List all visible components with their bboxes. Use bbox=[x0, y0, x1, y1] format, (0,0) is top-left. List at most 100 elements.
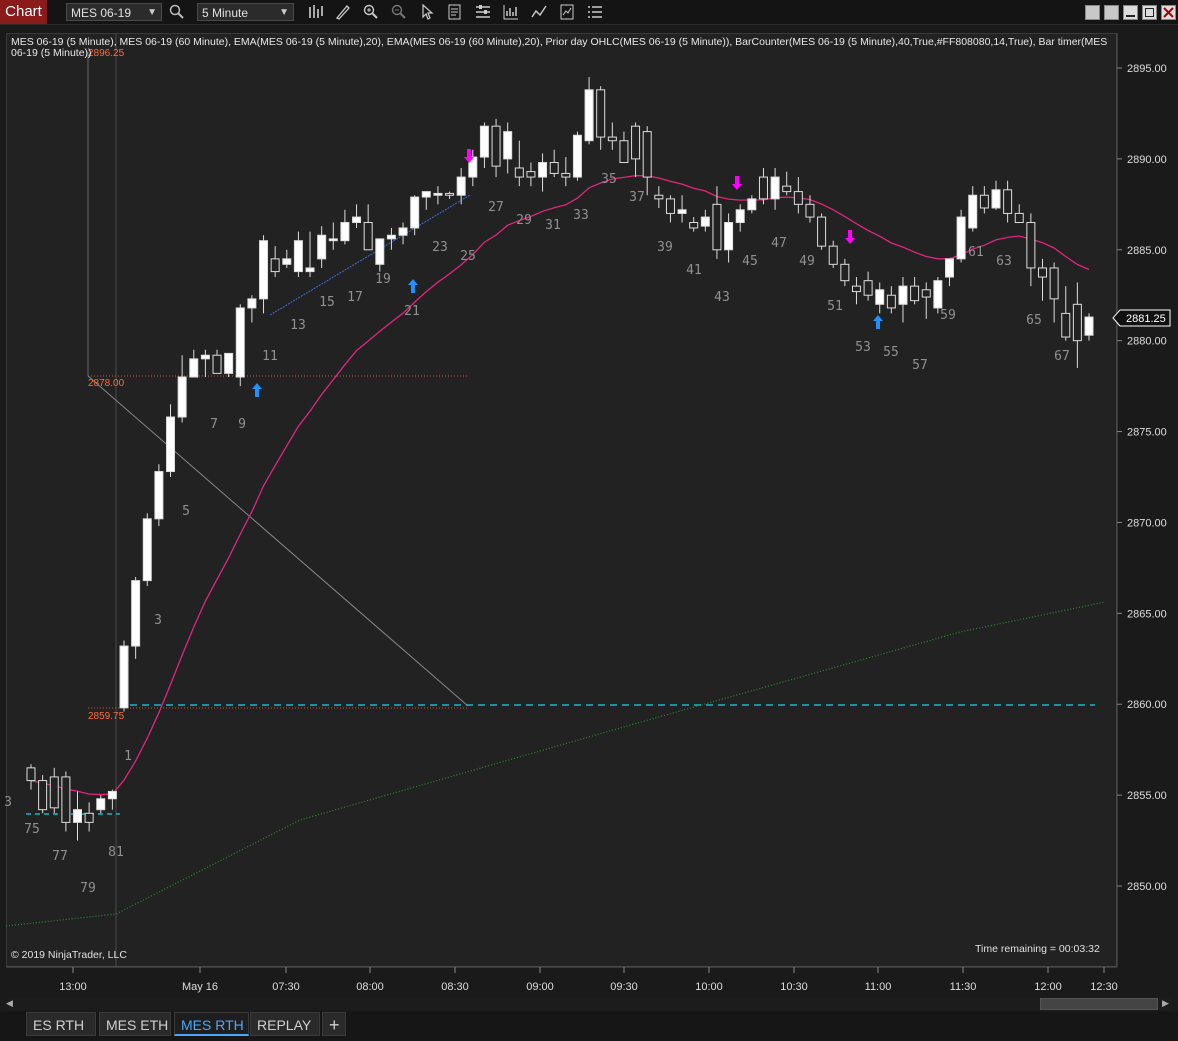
bar-counter-label: 59 bbox=[940, 308, 956, 323]
candle bbox=[73, 809, 83, 823]
candle bbox=[212, 354, 222, 374]
y-tick-label: 2875.00 bbox=[1127, 427, 1167, 439]
candle bbox=[607, 136, 617, 142]
y-tick-label: 2885.00 bbox=[1127, 245, 1167, 257]
x-tick-label: 11:00 bbox=[865, 981, 892, 993]
scroll-left-icon[interactable]: ◀ bbox=[6, 998, 13, 1009]
candle bbox=[1072, 303, 1082, 342]
candle bbox=[131, 580, 141, 647]
candle bbox=[363, 222, 373, 251]
candle bbox=[793, 191, 803, 205]
candle bbox=[712, 203, 722, 251]
x-tick-label: 11:30 bbox=[950, 981, 977, 993]
candle bbox=[770, 176, 780, 200]
horizontal-scrollbar[interactable] bbox=[6, 998, 1172, 1010]
candle bbox=[1026, 222, 1036, 269]
bar-counter-label: 75 bbox=[24, 822, 40, 837]
candle bbox=[514, 167, 524, 178]
bar-counter-label: 45 bbox=[742, 254, 758, 269]
candle bbox=[26, 767, 36, 782]
candle bbox=[224, 352, 234, 374]
candle bbox=[933, 280, 943, 309]
sell-arrow-icon bbox=[845, 230, 855, 244]
bar-counter-label: 3 bbox=[4, 795, 12, 810]
indicator-legend: MES 06-19 (5 Minute), MES 06-19 (60 Minu… bbox=[11, 36, 1108, 59]
buy-arrow-icon bbox=[408, 279, 418, 293]
candle bbox=[828, 245, 838, 265]
candle bbox=[584, 89, 594, 142]
bar-counter-label: 67 bbox=[1054, 349, 1070, 364]
candle bbox=[317, 234, 327, 260]
sell-arrow-icon bbox=[732, 176, 742, 190]
candle bbox=[1014, 212, 1024, 224]
candle bbox=[898, 285, 908, 305]
x-tick-label: 12:00 bbox=[1034, 981, 1062, 993]
bar-counter-label: 77 bbox=[52, 849, 68, 864]
bar-counter-label: 21 bbox=[404, 304, 420, 319]
candle bbox=[851, 285, 861, 293]
ema-slow-line bbox=[5, 601, 1106, 927]
candle bbox=[665, 198, 675, 214]
candle bbox=[538, 162, 548, 178]
y-tick-label: 2890.00 bbox=[1127, 154, 1167, 166]
candle bbox=[142, 518, 152, 582]
tab-mes-rth[interactable]: MES RTH bbox=[174, 1012, 249, 1036]
ema-fast-line bbox=[30, 174, 1090, 796]
price-chart[interactable]: 2896.252878.002859.75 3757779811357 91113… bbox=[0, 0, 1178, 1000]
y-tick-label: 2850.00 bbox=[1127, 881, 1167, 893]
candle bbox=[631, 125, 641, 160]
prior-low-label: 2859.75 bbox=[88, 711, 125, 722]
scrollbar-thumb[interactable] bbox=[1040, 998, 1158, 1010]
candle bbox=[700, 216, 710, 227]
bar-counter-label: 37 bbox=[629, 190, 645, 205]
bar-counter-label: 43 bbox=[714, 290, 730, 305]
candle bbox=[724, 222, 734, 251]
add-tab-label: + bbox=[329, 1015, 340, 1035]
candle bbox=[921, 289, 931, 298]
candle bbox=[840, 263, 850, 282]
bar-timer-text: Time remaining = 00:03:32 bbox=[975, 943, 1100, 955]
bar-counter-label: 39 bbox=[657, 240, 673, 255]
candle bbox=[84, 812, 94, 823]
y-tick-label: 2855.00 bbox=[1127, 790, 1167, 802]
bar-counter-label: 7 bbox=[210, 417, 218, 432]
candle bbox=[293, 240, 303, 273]
candle bbox=[421, 191, 431, 198]
bar-counter-label: 29 bbox=[516, 213, 532, 228]
candle bbox=[863, 280, 873, 296]
bar-counter-label: 31 bbox=[545, 218, 561, 233]
x-tick-label: 10:00 bbox=[695, 981, 723, 993]
candle bbox=[886, 294, 896, 309]
bar-counter-label: 61 bbox=[968, 245, 984, 260]
x-tick-label: 12:30 bbox=[1090, 981, 1118, 993]
candle bbox=[677, 209, 687, 214]
candle bbox=[479, 125, 489, 158]
last-price-label: 2881.25 bbox=[1126, 313, 1166, 325]
y-tick-label: 2870.00 bbox=[1127, 517, 1167, 529]
candle bbox=[817, 216, 827, 247]
candle bbox=[1037, 267, 1047, 278]
candle bbox=[166, 416, 176, 473]
tab-label: MES ETH bbox=[106, 1017, 169, 1033]
candle bbox=[200, 354, 210, 360]
bar-counter-label: 33 bbox=[573, 208, 589, 223]
tab-es-rth[interactable]: ES RTH bbox=[26, 1012, 96, 1036]
candle bbox=[398, 227, 408, 236]
candle bbox=[61, 776, 71, 823]
tab-mes-eth[interactable]: MES ETH bbox=[99, 1012, 171, 1036]
candle bbox=[596, 89, 606, 138]
candle bbox=[689, 222, 699, 229]
candle bbox=[270, 258, 280, 273]
bar-counter-label: 79 bbox=[80, 881, 96, 896]
candle bbox=[956, 216, 966, 260]
x-tick-label: 13:00 bbox=[59, 981, 87, 993]
bar-counter-label: 27 bbox=[488, 200, 504, 215]
x-tick-label: 09:30 bbox=[610, 981, 638, 993]
x-tick-label: 08:00 bbox=[356, 981, 384, 993]
candle bbox=[154, 471, 164, 520]
scroll-right-icon[interactable]: ▶ bbox=[1162, 998, 1169, 1009]
candle bbox=[49, 776, 59, 809]
candle bbox=[375, 238, 385, 265]
tab-replay[interactable]: REPLAY bbox=[250, 1012, 320, 1036]
add-tab-button[interactable]: + bbox=[322, 1012, 346, 1036]
